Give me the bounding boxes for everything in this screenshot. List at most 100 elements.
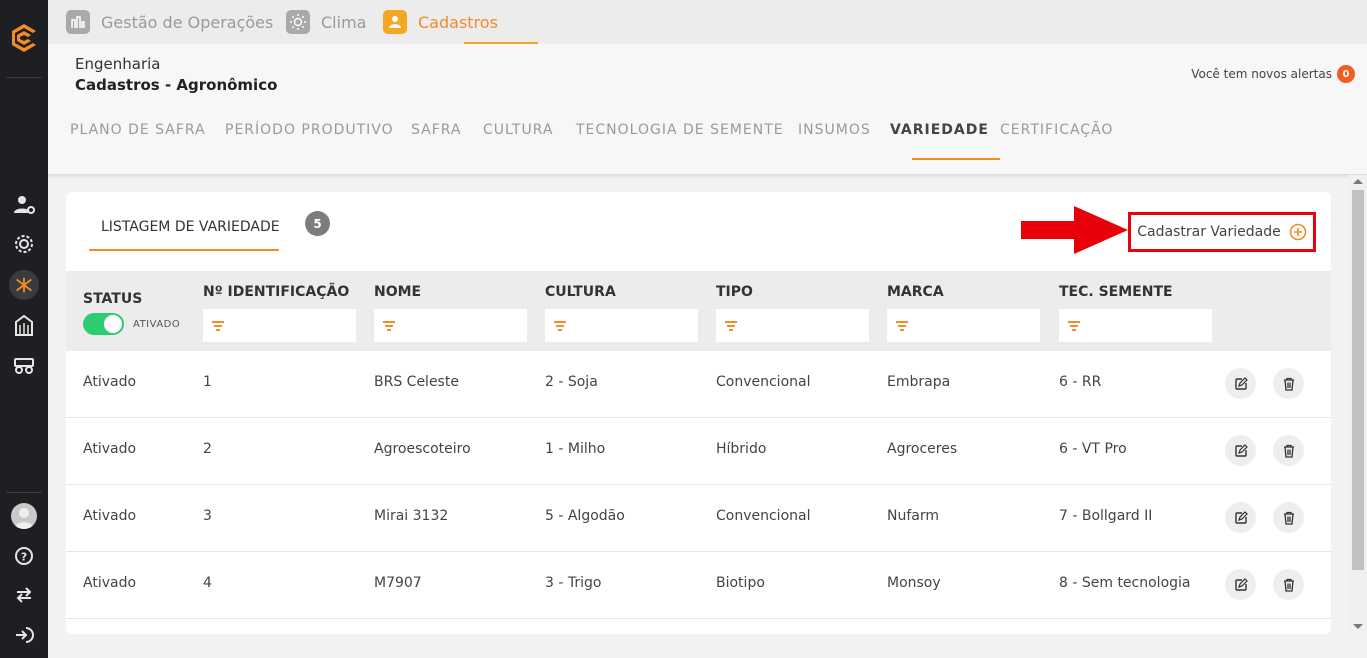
cell-cultura: 3 - Trigo (545, 575, 602, 591)
topnav-label: Gestão de Operações (101, 12, 274, 32)
edit-button[interactable] (1225, 368, 1256, 399)
cell-status: Ativado (83, 374, 137, 390)
cell-identificacao: 1 (203, 374, 212, 390)
topnav-item-clima[interactable]: Clima (286, 8, 366, 36)
sidebar: ? (0, 0, 48, 658)
help-icon[interactable]: ? (9, 541, 39, 571)
filter-icon (896, 320, 908, 331)
scrollbar-thumb[interactable] (1352, 190, 1364, 570)
cell-status: Ativado (83, 575, 137, 591)
edit-icon (1234, 443, 1248, 457)
tab-variedade[interactable]: VARIEDADE (890, 122, 989, 138)
cell-marca: Monsoy (887, 575, 941, 591)
subtab-active-indicator (912, 158, 1000, 160)
annotation-arrow-icon (1021, 206, 1128, 254)
cell-nome: BRS Celeste (374, 374, 459, 390)
trash-icon (1283, 511, 1294, 525)
tractor-icon[interactable] (9, 349, 39, 379)
topnav-item-cadastros[interactable]: Cadastros (383, 8, 498, 36)
filter-nome-input[interactable] (402, 318, 522, 333)
filter-icon (554, 320, 566, 331)
alerts-label: Você tem novos alertas (1191, 67, 1332, 81)
cell-nome: Agroescoteiro (374, 441, 471, 457)
filter-marca[interactable] (887, 309, 1040, 342)
avatar[interactable] (11, 503, 37, 529)
scroll-down-icon[interactable] (1353, 624, 1363, 629)
ribbon-icon[interactable] (9, 270, 39, 300)
svg-text:?: ? (21, 551, 27, 564)
status-toggle[interactable] (83, 313, 124, 335)
page-header: Engenharia Cadastros - Agronômico Você t… (48, 44, 1367, 175)
status-filter[interactable]: ATIVADO (83, 313, 180, 335)
filter-identificacao[interactable] (203, 309, 356, 342)
user-settings-icon[interactable] (9, 190, 39, 220)
cell-tipo: Híbrido (716, 441, 767, 457)
topnav-item-operations[interactable]: Gestão de Operações (66, 8, 273, 36)
tab-periodo-produtivo[interactable]: PERÍODO PRODUTIVO (225, 122, 394, 138)
plus-circle-icon (1289, 223, 1307, 241)
filter-identificacao-input[interactable] (231, 318, 351, 333)
gear-target-icon[interactable] (9, 229, 39, 259)
cell-marca: Agroceres (887, 441, 958, 457)
edit-icon (1234, 510, 1248, 524)
column-header-nome: NOME (374, 284, 422, 300)
cell-tec-semente: 7 - Bollgard II (1059, 508, 1153, 524)
filter-cultura-input[interactable] (573, 318, 693, 333)
tab-cultura[interactable]: CULTURA (483, 122, 553, 138)
swap-icon[interactable] (9, 580, 39, 610)
cell-tipo: Convencional (716, 374, 811, 390)
filter-tipo[interactable] (716, 309, 869, 342)
tab-insumos[interactable]: INSUMOS (798, 122, 871, 138)
edit-icon (1234, 376, 1248, 390)
table-row[interactable]: Ativado 2 Agroescoteiro 1 - Milho Híbrid… (66, 418, 1331, 485)
tab-plano-de-safra[interactable]: PLANO DE SAFRA (70, 122, 206, 138)
delete-button[interactable] (1273, 502, 1304, 533)
delete-button[interactable] (1273, 569, 1304, 600)
edit-button[interactable] (1225, 435, 1256, 466)
topnav-label: Cadastros (418, 12, 498, 32)
column-header-tipo: TIPO (716, 284, 753, 300)
cell-status: Ativado (83, 441, 137, 457)
page-title: Cadastros - Agronômico (75, 76, 278, 94)
scroll-up-icon[interactable] (1353, 179, 1363, 184)
alerts-indicator[interactable]: Você tem novos alertas 0 (1191, 65, 1355, 83)
alerts-count-badge: 0 (1337, 65, 1355, 83)
tab-certificacao[interactable]: CERTIFICAÇÃO (1000, 122, 1113, 138)
delete-button[interactable] (1273, 435, 1304, 466)
delete-button[interactable] (1273, 368, 1304, 399)
sidebar-divider (6, 492, 42, 493)
scrollbar[interactable] (1349, 175, 1367, 634)
cell-marca: Nufarm (887, 508, 940, 524)
list-tab-indicator (89, 249, 279, 251)
trash-icon (1283, 377, 1294, 391)
filter-icon (725, 320, 737, 331)
filter-icon (212, 320, 224, 331)
status-toggle-label: ATIVADO (133, 318, 181, 330)
filter-cultura[interactable] (545, 309, 698, 342)
cell-tec-semente: 6 - VT Pro (1059, 441, 1127, 457)
edit-button[interactable] (1225, 502, 1256, 533)
cell-identificacao: 3 (203, 508, 212, 524)
filter-tec-semente-input[interactable] (1087, 318, 1207, 333)
cell-tipo: Convencional (716, 508, 811, 524)
filter-nome[interactable] (374, 309, 527, 342)
cell-nome: Mirai 3132 (374, 508, 449, 524)
cadastrar-variedade-button[interactable]: Cadastrar Variedade (1128, 212, 1316, 252)
edit-button[interactable] (1225, 569, 1256, 600)
tab-safra[interactable]: SAFRA (411, 122, 462, 138)
filter-tec-semente[interactable] (1059, 309, 1212, 342)
tab-tecnologia-de-semente[interactable]: TECNOLOGIA DE SEMENTE (576, 122, 784, 138)
tab-listagem-de-variedade[interactable]: LISTAGEM DE VARIEDADE (101, 219, 280, 235)
filter-tipo-input[interactable] (744, 318, 864, 333)
topnav-label: Clima (321, 12, 367, 32)
company-logo[interactable] (6, 20, 42, 56)
table-row[interactable]: Ativado 3 Mirai 3132 5 - Algodão Convenc… (66, 485, 1331, 552)
table-row[interactable]: Ativado 1 BRS Celeste 2 - Soja Convencio… (66, 351, 1331, 418)
cell-tec-semente: 6 - RR (1059, 374, 1102, 390)
logout-icon[interactable] (9, 620, 39, 650)
table-row[interactable]: Ativado 4 M7907 3 - Trigo Biotipo Monsoy… (66, 552, 1331, 619)
filter-marca-input[interactable] (915, 318, 1035, 333)
silo-icon[interactable] (9, 310, 39, 340)
add-button-label: Cadastrar Variedade (1137, 224, 1281, 240)
cell-marca: Embrapa (887, 374, 951, 390)
